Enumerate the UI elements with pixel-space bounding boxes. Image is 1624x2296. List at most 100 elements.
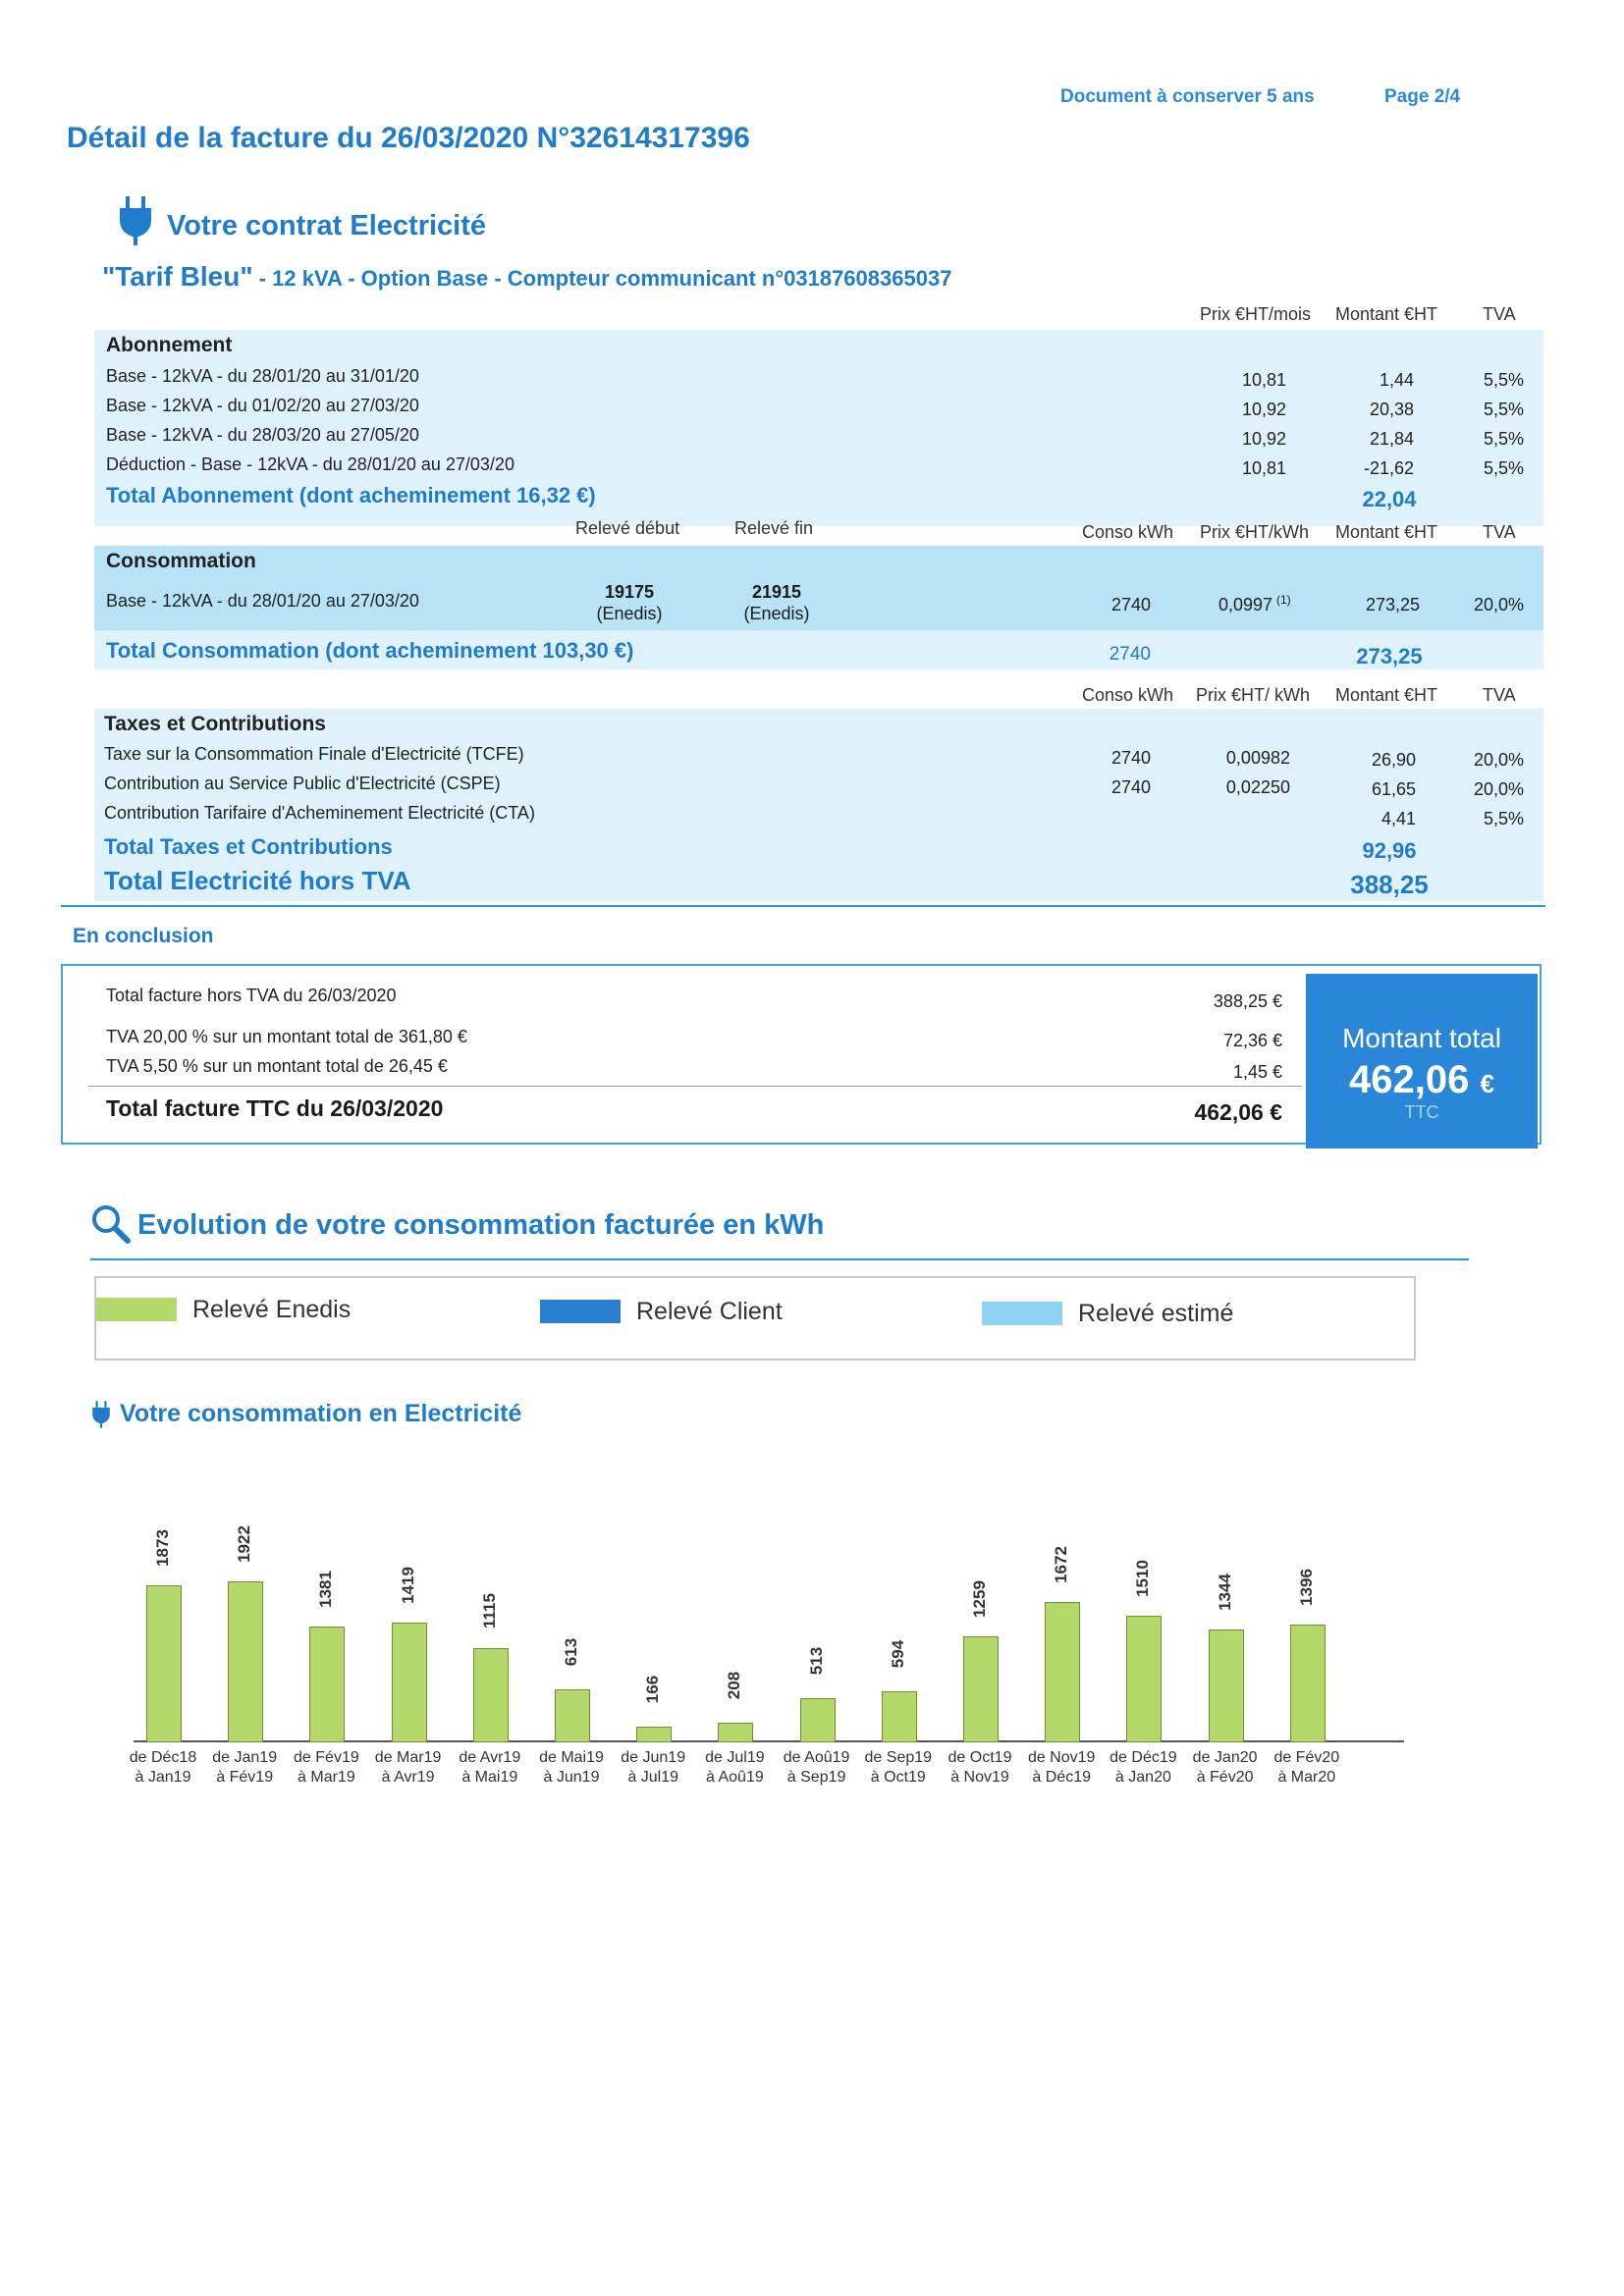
bar-value-label: 513 xyxy=(806,1646,826,1675)
conclusion-title: En conclusion xyxy=(73,925,214,947)
x-tick-label: de Mar19 à Avr19 xyxy=(367,1748,450,1788)
grand-total-value: 388,25 xyxy=(1350,870,1429,899)
taxes-row-conso: 2740 xyxy=(1110,777,1151,797)
bar-value-label: 1419 xyxy=(398,1567,417,1605)
page-title: Détail de la facture du 26/03/2020 N°326… xyxy=(67,122,750,154)
taxes-row-label: Taxe sur la Consommation Finale d'Electr… xyxy=(104,744,524,764)
legend-label-client: Relevé Client xyxy=(636,1298,783,1325)
abonnement-row-label: Base - 12kVA - du 01/02/20 au 27/03/20 xyxy=(106,396,419,415)
x-tick-line: de Jan20 xyxy=(1192,1749,1258,1766)
col-tva: TVA xyxy=(1483,522,1516,542)
taxes-row-label: Contribution Tarifaire d'Acheminement El… xyxy=(104,803,535,823)
taxes-row-conso: 2740 xyxy=(1110,748,1151,768)
x-tick-line: de Déc19 xyxy=(1110,1749,1177,1766)
x-tick-line: à Jan20 xyxy=(1114,1769,1171,1786)
consommation-row-prix: 0,0997 xyxy=(1218,595,1272,614)
bar xyxy=(228,1580,264,1742)
evolution-title: Evolution de votre consommation facturée… xyxy=(137,1209,825,1241)
bar xyxy=(636,1727,673,1742)
x-tick-line: à Jan19 xyxy=(135,1769,191,1786)
x-tick-label: de Déc19 à Jan20 xyxy=(1102,1748,1184,1788)
evolution-divider xyxy=(90,1258,1469,1260)
consommation-total-label: Total Consommation (dont acheminement 10… xyxy=(106,638,634,663)
abonnement-row-tva: 5,5% xyxy=(1483,400,1524,419)
bar xyxy=(1208,1629,1244,1742)
abonnement-row-label: Base - 12kVA - du 28/01/20 au 31/01/20 xyxy=(106,366,419,386)
taxes-row-montant: 26,90 xyxy=(1371,750,1416,770)
taxes-row-label: Contribution au Service Public d'Electri… xyxy=(104,774,501,793)
bar-value-label: 1259 xyxy=(970,1579,989,1618)
contract-title: Votre contrat Electricité xyxy=(167,210,487,241)
x-tick-label: de Mai19 à Jun19 xyxy=(530,1748,613,1788)
bar-value-label: 1381 xyxy=(316,1570,336,1608)
bar xyxy=(963,1635,999,1742)
x-tick-line: à Avr19 xyxy=(381,1769,435,1786)
releve-debut-cell: 19175 (Enedis) xyxy=(585,581,674,624)
taxes-row-tva: 20,0% xyxy=(1473,779,1524,799)
abonnement-row-montant: -21,62 xyxy=(1363,458,1414,478)
bar xyxy=(718,1723,754,1742)
col-tva: TVA xyxy=(1483,685,1516,705)
abonnement-row-montant: 20,38 xyxy=(1369,400,1414,419)
col-prix-kwh: Prix €HT/ kWh xyxy=(1196,685,1311,705)
abonnement-row-tva: 5,5% xyxy=(1483,429,1524,449)
montant-total-amount-line: 462,06 € xyxy=(1306,1058,1538,1102)
abonnement-row-tva: 5,5% xyxy=(1483,370,1524,390)
bar-value-label: 208 xyxy=(725,1672,744,1700)
bar xyxy=(1289,1625,1326,1742)
releve-debut-source: (Enedis) xyxy=(596,604,663,623)
conclusion-total-value: 462,06 € xyxy=(1194,1099,1282,1125)
taxes-section: Taxes et Contributions xyxy=(104,713,326,735)
x-tick-label: de Déc18 à Jan19 xyxy=(122,1748,204,1788)
releve-fin-value: 21915 xyxy=(751,582,802,602)
col-prix-kwh: Prix €HT/kWh xyxy=(1200,522,1310,542)
abonnement-row-prix: 10,81 xyxy=(1241,458,1286,478)
x-tick-label: de Sep19 à Oct19 xyxy=(857,1748,940,1788)
bar xyxy=(472,1647,509,1742)
bar xyxy=(146,1585,182,1742)
x-tick-line: de Avr19 xyxy=(459,1749,521,1766)
chart-x-axis xyxy=(134,1740,1404,1742)
consommation-total-conso: 2740 xyxy=(1109,644,1151,665)
x-tick-line: à Jun19 xyxy=(543,1769,600,1786)
conclusion-row-value: 388,25 € xyxy=(1213,991,1282,1011)
abonnement-section: Abonnement xyxy=(106,334,233,356)
montant-total-box: Montant total 462,06 € TTC xyxy=(1306,974,1538,1148)
abonnement-row-montant: 21,84 xyxy=(1369,429,1414,449)
legend-swatch-client xyxy=(540,1300,621,1323)
releve-fin-cell: 21915 (Enedis) xyxy=(732,581,821,624)
x-tick-label: de Fév19 à Mar19 xyxy=(285,1748,367,1788)
x-tick-line: à Mar20 xyxy=(1277,1769,1336,1786)
x-tick-line: à Mai19 xyxy=(461,1769,518,1786)
x-tick-line: à Jul19 xyxy=(627,1769,678,1786)
bar-value-label: 1672 xyxy=(1052,1546,1071,1583)
conclusion-row-label: TVA 20,00 % sur un montant total de 361,… xyxy=(106,1027,467,1046)
col-conso-kwh: Conso kWh xyxy=(1082,685,1174,705)
bar xyxy=(799,1697,836,1742)
col-conso-kwh: Conso kWh xyxy=(1082,522,1174,542)
consommation-row-tva: 20,0% xyxy=(1473,595,1524,614)
bar xyxy=(1045,1601,1081,1742)
bar xyxy=(881,1690,917,1742)
magnifier-icon xyxy=(90,1203,132,1250)
x-tick-line: à Sep19 xyxy=(786,1769,846,1786)
montant-total-suffix: TTC xyxy=(1404,1102,1439,1122)
conclusion-row-value: 72,36 € xyxy=(1222,1031,1282,1050)
taxes-row-prix: 0,00982 xyxy=(1225,748,1290,768)
legend-label-estime: Relevé estimé xyxy=(1078,1300,1234,1327)
bar-value-label: 613 xyxy=(562,1638,580,1667)
x-tick-line: de Nov19 xyxy=(1027,1749,1096,1766)
taxes-total-label: Total Taxes et Contributions xyxy=(104,834,393,859)
col-montant: Montant €HT xyxy=(1335,522,1438,542)
taxes-row-montant: 4,41 xyxy=(1380,809,1416,828)
conclusion-row-value: 1,45 € xyxy=(1232,1062,1282,1082)
x-tick-line: de Mar19 xyxy=(374,1749,442,1766)
bar-value-label: 1115 xyxy=(479,1592,499,1629)
conclusion-row-label: Total facture hors TVA du 26/03/2020 xyxy=(106,986,397,1005)
taxes-row-tva: 20,0% xyxy=(1473,750,1524,770)
taxes-row-montant: 61,65 xyxy=(1371,779,1416,799)
page-number: Page 2/4 xyxy=(1384,86,1461,107)
col-montant: Montant €HT xyxy=(1335,304,1438,324)
x-tick-label: de Avr19 à Mai19 xyxy=(449,1748,531,1788)
x-tick-label: de Jan19 à Fév19 xyxy=(203,1748,286,1788)
